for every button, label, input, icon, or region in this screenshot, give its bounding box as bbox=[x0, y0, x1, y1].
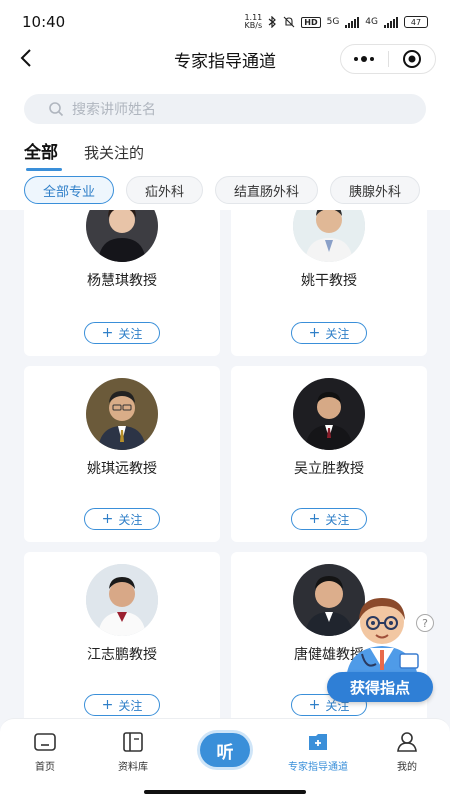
specialty-filter: 全部专业 疝外科 结直肠外科 胰腺外科 bbox=[24, 176, 450, 206]
follow-button[interactable]: + 关注 bbox=[291, 322, 367, 344]
battery-icon: 47 bbox=[404, 16, 428, 28]
search-icon bbox=[49, 102, 64, 117]
follow-button[interactable]: + 关注 bbox=[84, 508, 160, 530]
close-miniprogram-button[interactable] bbox=[389, 45, 436, 73]
plus-icon: + bbox=[101, 511, 114, 527]
plus-icon: + bbox=[308, 511, 321, 527]
mini-program-capsule bbox=[340, 44, 436, 74]
status-icons: 1.11 KB/s HD 5G 4G 47 bbox=[244, 14, 428, 30]
help-icon[interactable]: ? bbox=[416, 614, 434, 632]
avatar bbox=[293, 210, 365, 262]
nav-library[interactable]: 资料库 bbox=[88, 731, 178, 773]
more-button[interactable] bbox=[341, 45, 388, 73]
nav-home-label: 首页 bbox=[35, 762, 55, 773]
header-bar: 专家指导通道 bbox=[0, 44, 450, 74]
nav-home[interactable]: 首页 bbox=[0, 731, 90, 773]
nav-library-label: 资料库 bbox=[118, 762, 148, 773]
get-guidance-button[interactable]: 获得指点 bbox=[327, 672, 433, 702]
plus-icon: + bbox=[308, 697, 321, 713]
expert-name: 姚干教授 bbox=[301, 273, 357, 289]
avatar bbox=[86, 210, 158, 262]
expert-card[interactable]: 姚琪远教授 + 关注 bbox=[24, 366, 220, 542]
plus-icon: + bbox=[101, 697, 114, 713]
signal-icon-2 bbox=[384, 16, 398, 28]
nav-profile[interactable]: 我的 bbox=[362, 731, 450, 773]
follow-button[interactable]: + 关注 bbox=[291, 508, 367, 530]
expert-card[interactable]: 杨慧琪教授 + 关注 bbox=[24, 210, 220, 356]
home-icon bbox=[34, 733, 56, 751]
search-input[interactable]: 搜索讲师姓名 bbox=[24, 94, 426, 124]
mute-bell-icon bbox=[283, 16, 295, 28]
chip-colorectal-surgery[interactable]: 结直肠外科 bbox=[215, 176, 319, 204]
hd-badge: HD bbox=[301, 16, 321, 28]
book-icon bbox=[123, 732, 143, 752]
nav-expert-channel[interactable]: 专家指导通道 bbox=[273, 731, 363, 773]
chip-pancreatic-surgery[interactable]: 胰腺外科 bbox=[330, 176, 421, 204]
expert-name: 吴立胜教授 bbox=[294, 461, 364, 477]
expert-card[interactable]: 江志鹏教授 + 关注 bbox=[24, 552, 220, 718]
net-type-1: 5G bbox=[326, 17, 340, 27]
expert-card[interactable]: 姚干教授 + 关注 bbox=[231, 210, 427, 356]
more-dots-icon bbox=[354, 56, 375, 62]
avatar bbox=[293, 378, 365, 450]
follow-button[interactable]: + 关注 bbox=[84, 694, 160, 716]
chip-hernia-surgery[interactable]: 疝外科 bbox=[126, 176, 204, 204]
plus-icon: + bbox=[308, 325, 321, 341]
doctor-mascot-icon bbox=[338, 598, 426, 682]
tab-following[interactable]: 我关注的 bbox=[84, 142, 144, 171]
chip-all-specialties[interactable]: 全部专业 bbox=[24, 176, 115, 204]
tab-all[interactable]: 全部 bbox=[24, 138, 62, 171]
plus-icon: + bbox=[101, 325, 114, 341]
expert-name: 江志鹏教授 bbox=[87, 647, 157, 663]
profile-icon bbox=[397, 732, 417, 752]
home-indicator bbox=[144, 790, 306, 794]
nav-expert-channel-label: 专家指导通道 bbox=[288, 762, 348, 773]
expert-name: 姚琪远教授 bbox=[87, 461, 157, 477]
search-placeholder: 搜索讲师姓名 bbox=[72, 102, 156, 118]
nav-profile-label: 我的 bbox=[397, 762, 417, 773]
bottom-nav: 首页 资料库 听 专家指导通道 我的 bbox=[0, 718, 450, 800]
tab-bar: 全部 我关注的 bbox=[24, 138, 144, 171]
target-close-icon bbox=[402, 50, 421, 68]
avatar bbox=[86, 564, 158, 636]
avatar bbox=[86, 378, 158, 450]
expert-channel-icon bbox=[309, 734, 327, 750]
signal-icon bbox=[345, 16, 360, 28]
net-type-2: 4G bbox=[365, 17, 378, 27]
ai-helper-widget[interactable]: 获得指点 bbox=[326, 590, 436, 702]
follow-button[interactable]: + 关注 bbox=[84, 322, 160, 344]
expert-name: 杨慧琪教授 bbox=[87, 273, 157, 289]
status-bar: 10:40 1.11 KB/s HD 5G 4G 47 bbox=[0, 0, 450, 44]
net-speed: 1.11 KB/s bbox=[244, 13, 263, 30]
status-time: 10:40 bbox=[22, 13, 66, 31]
expert-card[interactable]: 吴立胜教授 + 关注 bbox=[231, 366, 427, 542]
bluetooth-icon bbox=[268, 16, 277, 28]
listen-button[interactable]: 听 bbox=[200, 733, 250, 767]
